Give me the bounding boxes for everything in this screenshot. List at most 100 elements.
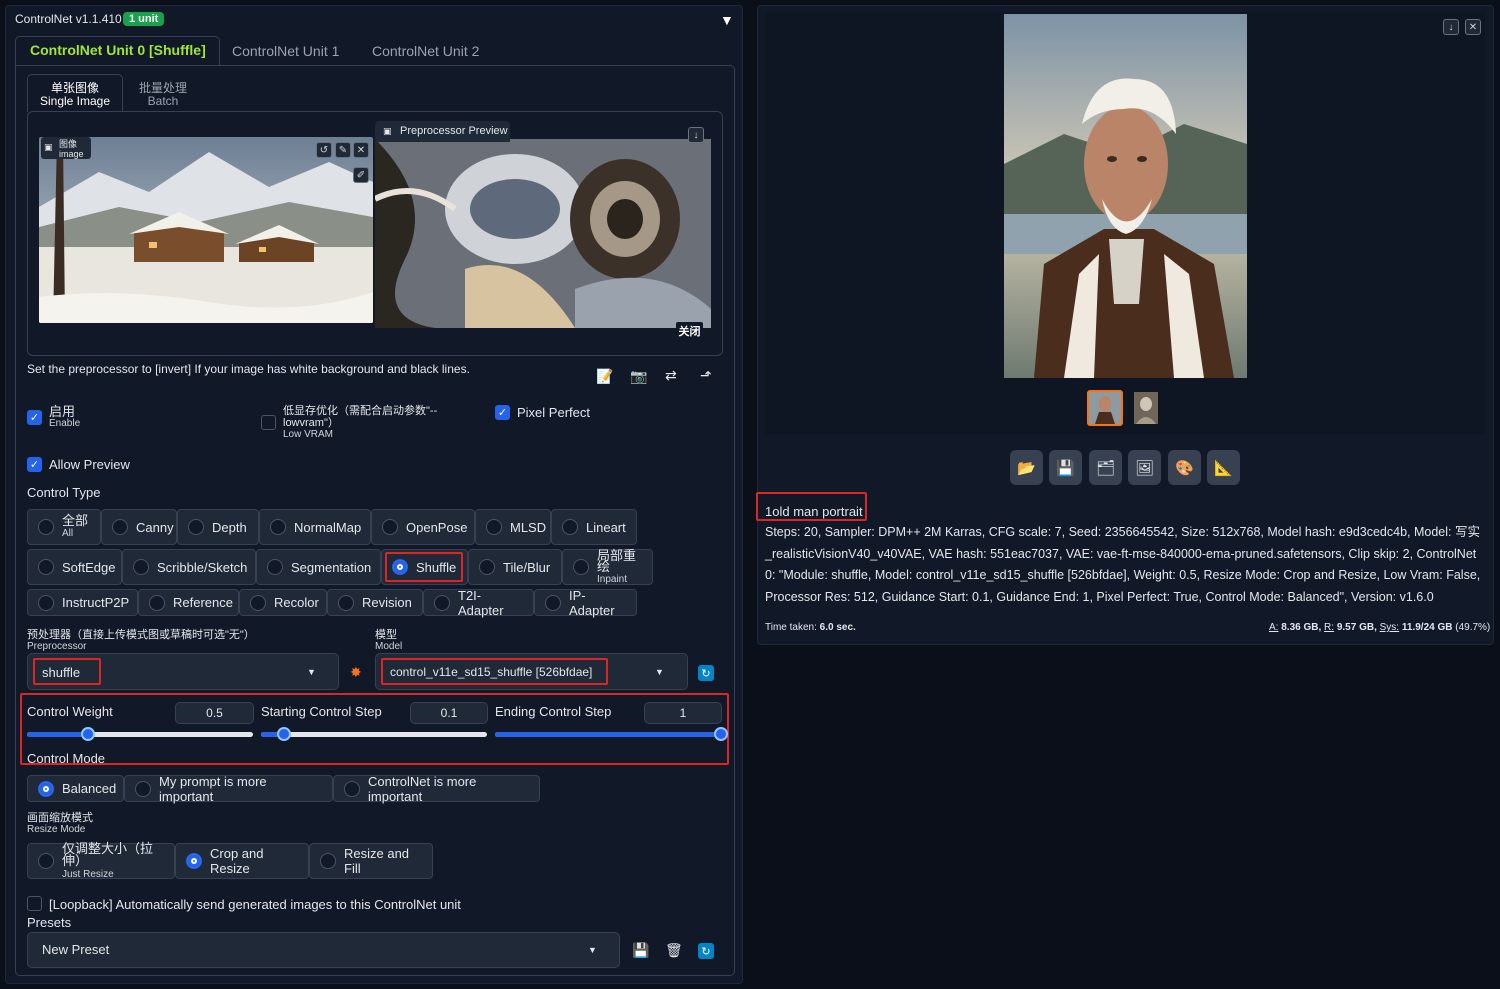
download-icon[interactable]: ↓: [688, 127, 704, 143]
resize-mode-just-resize[interactable]: 仅调整大小（拉伸） Just Resize: [27, 842, 175, 880]
send-to-img2img-icon[interactable]: 🖼: [1128, 450, 1161, 485]
ending-step-label: Ending Control Step: [495, 704, 612, 719]
panel-title: ControlNet v1.1.410: [15, 12, 122, 26]
thumbnail-preprocessor[interactable]: [1134, 392, 1158, 424]
allow-preview-checkbox[interactable]: ✓: [27, 457, 42, 472]
send-to-extras-icon[interactable]: 📐: [1207, 450, 1240, 485]
output-image[interactable]: [1004, 14, 1247, 378]
brush-icon[interactable]: ✐: [353, 167, 369, 183]
tab-unit-1[interactable]: ControlNet Unit 1: [232, 43, 339, 59]
control-type-softedge[interactable]: SoftEdge: [27, 549, 122, 585]
vram-usage: A: 8.36 GB, R: 9.57 GB, Sys: 11.9/24 GB …: [1269, 622, 1491, 633]
control-type-tile-blur[interactable]: Tile/Blur: [468, 549, 562, 585]
close-icon[interactable]: ✕: [353, 142, 369, 158]
control-weight-label: Control Weight: [27, 704, 113, 719]
control-weight-slider[interactable]: [27, 727, 253, 741]
collapse-icon[interactable]: ▼: [720, 12, 734, 28]
save-icon[interactable]: 💾: [1049, 450, 1082, 485]
open-folder-icon[interactable]: 📂: [1010, 450, 1043, 485]
send-dimensions-icon[interactable]: ⬏: [700, 367, 712, 384]
control-type-lineart[interactable]: Lineart: [551, 509, 637, 545]
shuffle-highlight: [385, 552, 463, 582]
control-type-ip-adapter[interactable]: IP-Adapter: [534, 588, 637, 618]
control-type-instructp2p[interactable]: InstructP2P: [27, 589, 138, 616]
output-prompt: 1old man portrait: [765, 504, 863, 519]
input-image[interactable]: [39, 137, 373, 323]
loopback-checkbox[interactable]: [27, 896, 42, 911]
resize-mode-crop-and-resize[interactable]: Crop and Resize: [175, 843, 309, 879]
preview-label: Preprocessor Preview: [375, 121, 510, 142]
control-weight-knob[interactable]: [81, 727, 96, 741]
picture-icon: ▣: [383, 126, 392, 136]
chevron-down-icon: ▼: [588, 945, 597, 955]
image-icon: ▣: [44, 142, 53, 152]
chevron-down-icon: ▼: [655, 667, 664, 677]
download-icon[interactable]: ↓: [1443, 19, 1459, 35]
control-type-openpose[interactable]: OpenPose: [371, 509, 475, 545]
starting-step-slider[interactable]: [261, 727, 487, 741]
refresh-presets-icon[interactable]: ↻: [698, 943, 714, 959]
starting-step-input[interactable]: 0.1: [410, 702, 488, 724]
resize-mode-resize-and-fill[interactable]: Resize and Fill: [309, 843, 433, 879]
chevron-down-icon: ▼: [307, 667, 316, 677]
preprocessor-value: shuffle: [42, 665, 81, 680]
preprocessor-preview-image: [375, 139, 711, 328]
resize-mode-label: 画面缩放模式 Resize Mode: [27, 812, 93, 835]
pixel-perfect-label: Pixel Perfect: [517, 405, 590, 420]
control-type-reference[interactable]: Reference: [138, 589, 239, 616]
unit-count-badge: 1 unit: [123, 12, 165, 26]
notepad-icon[interactable]: 📝: [596, 368, 613, 385]
control-type-recolor[interactable]: Recolor: [239, 589, 327, 616]
edit-icon[interactable]: ✎: [335, 142, 351, 158]
control-type-canny[interactable]: Canny: [101, 509, 177, 545]
preprocessor-label: 预处理器（直接上传模式图或草稿时可选"无"） Preprocessor: [27, 629, 255, 652]
close-preview-button[interactable]: 关闭: [676, 322, 703, 339]
undo-icon[interactable]: ↺: [316, 142, 332, 158]
control-mode-prompt[interactable]: My prompt is more important: [124, 774, 333, 804]
tab-batch[interactable]: 批量处理 Batch: [128, 82, 198, 108]
generation-parameters: Steps: 20, Sampler: DPM++ 2M Karras, CFG…: [765, 525, 1481, 604]
model-value: control_v11e_sd15_shuffle [526bfdae]: [390, 665, 593, 679]
thumbnail-selected[interactable]: [1087, 390, 1123, 426]
ending-step-slider[interactable]: [495, 727, 728, 741]
control-type-depth[interactable]: Depth: [177, 509, 259, 545]
tab-unit-2[interactable]: ControlNet Unit 2: [372, 43, 479, 59]
preset-value: New Preset: [42, 942, 110, 957]
low-vram-checkbox[interactable]: [261, 415, 276, 430]
save-preset-icon[interactable]: 💾: [632, 942, 649, 959]
send-to-inpaint-icon[interactable]: 🎨: [1168, 450, 1201, 485]
control-mode-controlnet[interactable]: ControlNet is more important: [333, 774, 540, 804]
starting-step-knob[interactable]: [276, 727, 291, 741]
starting-step-label: Starting Control Step: [261, 704, 382, 719]
model-label: 模型 Model: [375, 629, 403, 652]
control-type-revision[interactable]: Revision: [327, 589, 423, 616]
control-weight-input[interactable]: 0.5: [175, 702, 254, 724]
run-preprocessor-icon[interactable]: ✸: [350, 664, 362, 681]
control-type-t2i-adapter[interactable]: T2I-Adapter: [423, 588, 534, 618]
zip-icon[interactable]: 🗂: [1089, 450, 1122, 485]
camera-icon[interactable]: 📷: [630, 368, 647, 385]
control-type-scribble[interactable]: Scribble/Sketch: [122, 549, 256, 585]
control-type-mlsd[interactable]: MLSD: [475, 509, 551, 545]
presets-label: Presets: [27, 915, 72, 930]
presets-dropdown[interactable]: [27, 932, 620, 968]
ending-step-input[interactable]: 1: [644, 702, 722, 724]
control-mode-balanced[interactable]: Balanced: [27, 775, 124, 802]
low-vram-label: 低显存优化（需配合启动参数"--lowvram"） Low VRAM: [283, 405, 438, 440]
ending-step-knob[interactable]: [714, 727, 728, 741]
delete-preset-icon[interactable]: 🗑: [665, 942, 683, 959]
enable-checkbox[interactable]: ✓: [27, 410, 42, 425]
pixel-perfect-checkbox[interactable]: ✓: [495, 405, 510, 420]
swap-icon[interactable]: ⇄: [665, 367, 677, 384]
close-icon[interactable]: ✕: [1465, 19, 1481, 35]
control-type-label: Control Type: [27, 485, 101, 500]
tab-unit-0-label: ControlNet Unit 0 [Shuffle]: [30, 42, 206, 58]
control-type-all[interactable]: 全部 All: [27, 509, 101, 545]
control-type-normalmap[interactable]: NormalMap: [259, 509, 371, 545]
control-type-segmentation[interactable]: Segmentation: [256, 549, 381, 585]
loopback-label: [Loopback] Automatically send generated …: [49, 897, 461, 912]
control-mode-label: Control Mode: [27, 751, 106, 766]
refresh-models-icon[interactable]: ↻: [698, 665, 714, 681]
time-taken: Time taken: 6.0 sec.: [765, 622, 856, 633]
control-type-inpaint[interactable]: 局部重绘 Inpaint: [562, 549, 653, 585]
